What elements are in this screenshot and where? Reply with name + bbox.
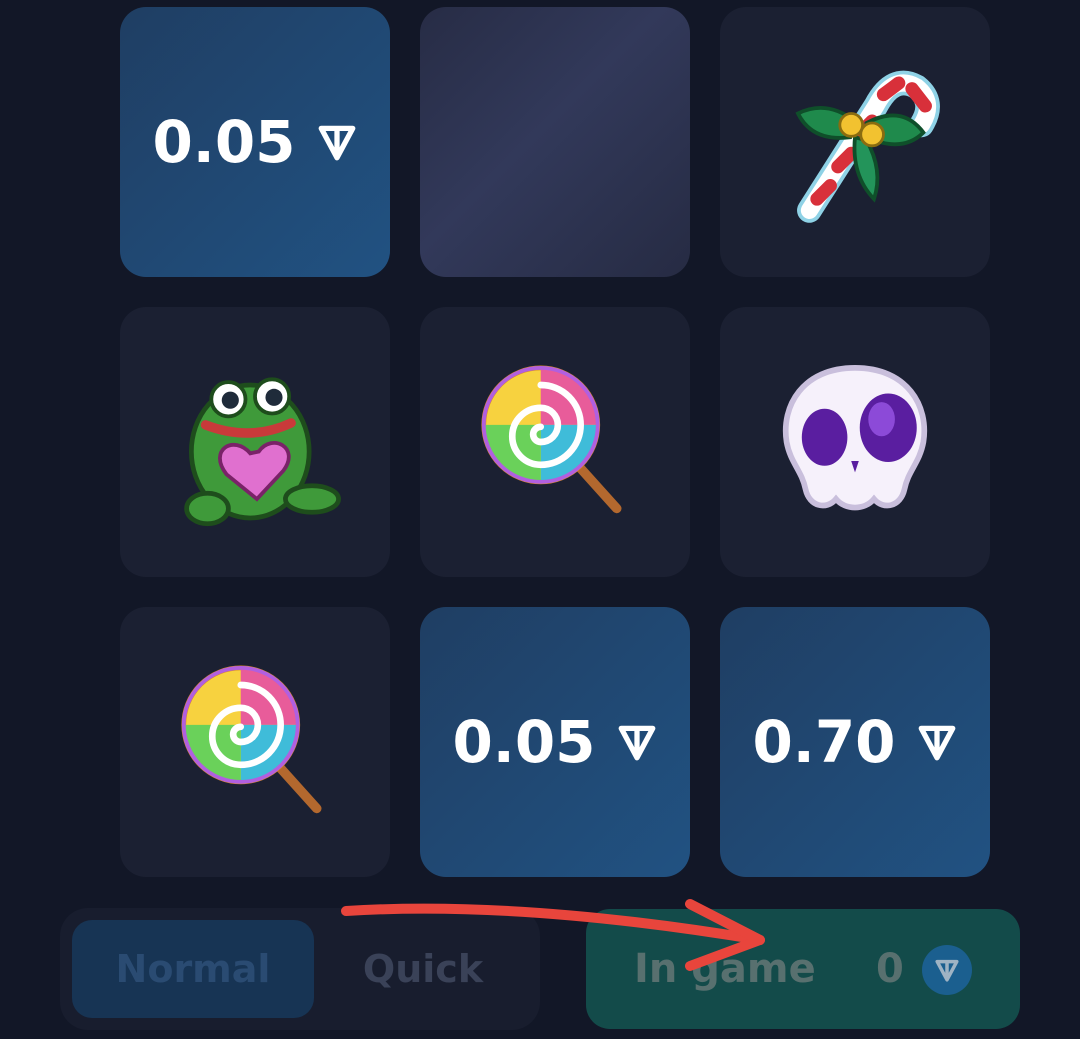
lollipop-icon	[460, 347, 650, 537]
board-tile-lollipop[interactable]	[420, 307, 690, 577]
board-tile-lollipop[interactable]	[120, 607, 390, 877]
ton-icon	[616, 721, 658, 763]
skull-icon	[760, 347, 950, 537]
mode-switch: Normal Quick	[60, 908, 540, 1030]
frog-heart-icon	[160, 347, 350, 537]
tile-value-text: 0.05	[152, 108, 296, 176]
lollipop-icon	[160, 647, 350, 837]
in-game-button[interactable]: In game 0	[586, 909, 1020, 1029]
board-tile-skull[interactable]	[720, 307, 990, 577]
game-board: 0.05 0.05 0.70	[120, 7, 990, 877]
board-tile-value[interactable]: 0.05	[120, 7, 390, 277]
game-screen: 0.05 0.05 0.70 Normal Quick In game 0	[0, 0, 1080, 1039]
tile-value-text: 0.05	[452, 708, 596, 776]
board-tile-frog[interactable]	[120, 307, 390, 577]
mode-quick-button[interactable]: Quick	[302, 920, 544, 1018]
board-tile-value[interactable]: 0.70	[720, 607, 990, 877]
tile-value-text: 0.70	[752, 708, 896, 776]
board-tile-candy-cane[interactable]	[720, 7, 990, 277]
in-game-label: In game	[634, 946, 816, 992]
ton-icon	[916, 721, 958, 763]
ton-icon	[922, 945, 972, 995]
board-tile-value[interactable]: 0.05	[420, 607, 690, 877]
candy-cane-icon	[760, 47, 950, 237]
ton-icon	[316, 121, 358, 163]
mode-normal-button[interactable]: Normal	[72, 920, 314, 1018]
in-game-count: 0	[876, 946, 904, 992]
board-tile-pending[interactable]	[420, 7, 690, 277]
